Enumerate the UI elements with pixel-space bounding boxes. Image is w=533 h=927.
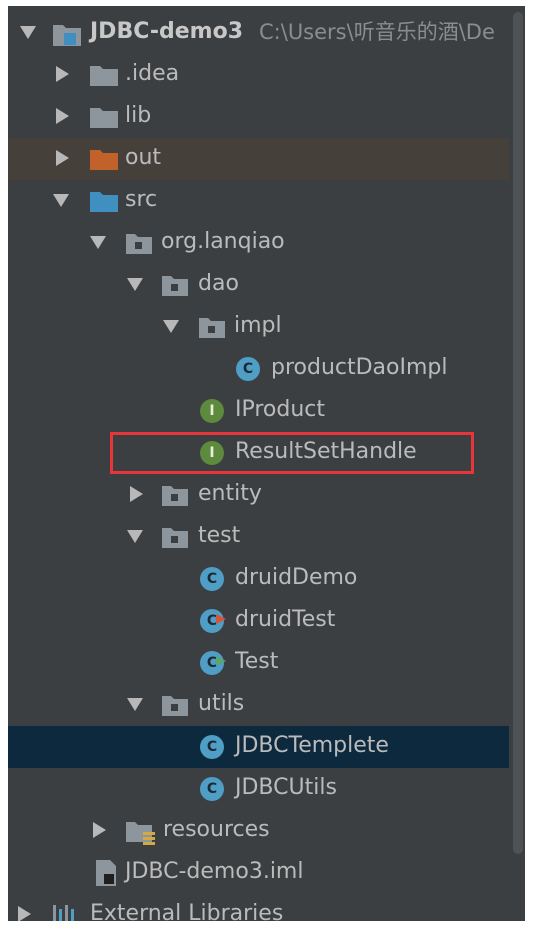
expand-arrow-icon[interactable] (53, 194, 69, 207)
expand-arrow-icon[interactable] (20, 26, 36, 39)
package-label: entity (198, 481, 262, 506)
tree-row-test[interactable]: test (8, 516, 509, 558)
package-label: impl (234, 313, 282, 338)
tree-row-test-class[interactable]: C Test (8, 642, 509, 684)
collapse-arrow-icon[interactable] (18, 906, 31, 921)
package-label: utils (198, 691, 245, 716)
tree-row-druidtest[interactable]: C druidTest (8, 600, 509, 642)
package-label: dao (198, 271, 239, 296)
tree-row-druiddemo[interactable]: C druidDemo (8, 558, 509, 600)
class-icon: C (236, 357, 260, 381)
highlight-annotation-box (110, 432, 474, 474)
tree-row-iml[interactable]: JDBC-demo3.iml (8, 852, 509, 894)
run-marker-icon (215, 648, 227, 673)
tree-row-resources[interactable]: resources (8, 810, 509, 852)
tree-row-out[interactable]: out (8, 138, 509, 180)
collapse-arrow-icon[interactable] (56, 66, 69, 82)
project-path: C:\Users\听音乐的酒\De (259, 20, 495, 44)
vertical-scrollbar[interactable] (513, 12, 523, 854)
project-tool-window: JDBC-demo3 C:\Users\听音乐的酒\De .idea lib o… (8, 6, 525, 921)
tree-row-project-root[interactable]: JDBC-demo3 C:\Users\听音乐的酒\De (8, 12, 509, 54)
package-label: org.lanqiao (161, 229, 285, 254)
expand-arrow-icon[interactable] (90, 236, 106, 249)
folder-label: src (125, 187, 158, 212)
package-icon (161, 273, 189, 303)
folder-label: resources (163, 817, 270, 842)
package-icon (125, 231, 153, 261)
folder-icon (89, 105, 119, 135)
class-icon: C (200, 567, 224, 591)
tree-row-utils[interactable]: utils (8, 684, 509, 726)
folder-icon (89, 63, 119, 93)
interface-label: IProduct (235, 397, 326, 422)
class-label: productDaoImpl (271, 355, 448, 380)
collapse-arrow-icon[interactable] (56, 108, 69, 124)
tree-row-lib[interactable]: lib (8, 96, 509, 138)
module-file-icon (94, 859, 120, 893)
tree-row-dao[interactable]: dao (8, 264, 509, 306)
folder-label: out (125, 145, 162, 170)
collapse-arrow-icon[interactable] (93, 822, 106, 838)
project-folder-icon (52, 21, 82, 53)
package-icon (161, 693, 189, 723)
run-marker-icon (215, 606, 227, 631)
tree-row-src[interactable]: src (8, 180, 509, 222)
tree-row-jdbcutils[interactable]: C JDBCUtils (8, 768, 509, 810)
tree-row-external-libraries[interactable]: External Libraries (8, 894, 509, 921)
project-name: JDBC-demo3 (90, 19, 244, 44)
expand-arrow-icon[interactable] (127, 530, 143, 543)
expand-arrow-icon[interactable] (127, 278, 143, 291)
class-label: druidDemo (235, 565, 358, 590)
expand-arrow-icon[interactable] (163, 320, 179, 333)
tree-row-jdbctemplete[interactable]: C JDBCTemplete (8, 726, 509, 768)
tree-row-entity[interactable]: entity (8, 474, 509, 516)
collapse-arrow-icon[interactable] (130, 486, 143, 502)
libraries-icon (51, 903, 81, 921)
folder-label: lib (125, 103, 152, 128)
excluded-folder-icon (89, 147, 119, 177)
tree-row-impl[interactable]: impl (8, 306, 509, 348)
package-label: test (198, 523, 241, 548)
package-icon (161, 525, 189, 555)
collapse-arrow-icon[interactable] (56, 150, 69, 166)
tree-row-productdaoimpl[interactable]: C productDaoImpl (8, 348, 509, 390)
tree-row-iproduct[interactable]: I IProduct (8, 390, 509, 432)
class-icon: C (200, 777, 224, 801)
folder-label: .idea (125, 61, 180, 86)
class-label: Test (235, 649, 279, 674)
expand-arrow-icon[interactable] (127, 698, 143, 711)
package-icon (198, 315, 226, 345)
class-label: druidTest (235, 607, 336, 632)
file-label: JDBC-demo3.iml (125, 859, 304, 884)
source-folder-icon (89, 189, 119, 219)
tree-row-idea[interactable]: .idea (8, 54, 509, 96)
class-icon: C (200, 735, 224, 759)
folder-label: External Libraries (90, 901, 284, 921)
interface-icon: I (200, 399, 224, 423)
tree-row-package[interactable]: org.lanqiao (8, 222, 509, 264)
package-icon (161, 483, 189, 513)
class-label: JDBCUtils (235, 775, 337, 800)
resources-folder-icon (125, 819, 157, 851)
class-label: JDBCTemplete (235, 733, 389, 758)
